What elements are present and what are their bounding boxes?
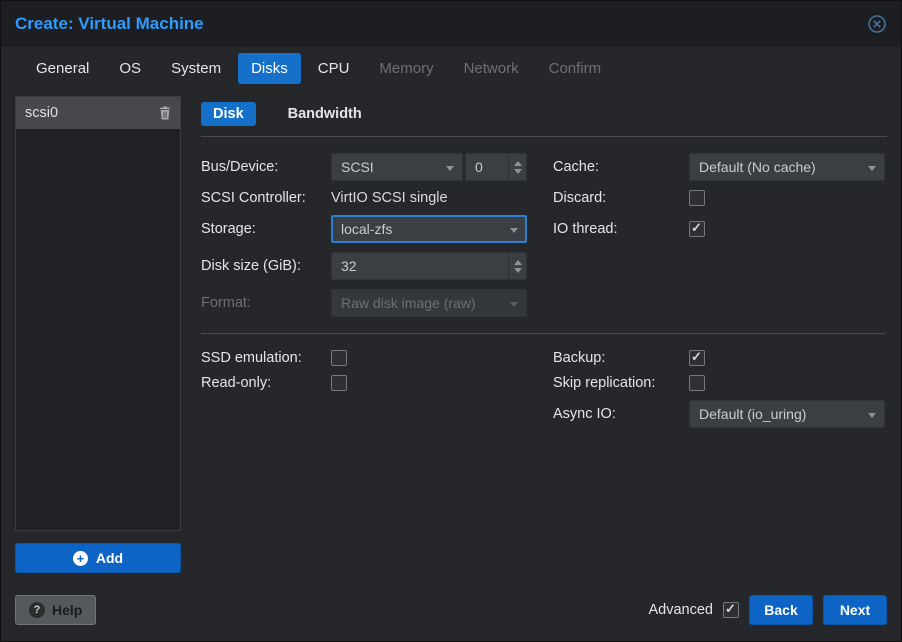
help-button-label: Help <box>52 602 83 618</box>
tab-system[interactable]: System <box>158 53 234 84</box>
tab-network: Network <box>463 60 519 77</box>
disk-size-field[interactable]: 32 <box>331 252 527 280</box>
disk-size-label: Disk size (GiB): <box>201 258 301 274</box>
help-button[interactable]: ? Help <box>15 595 97 625</box>
chevron-down-icon <box>510 302 518 307</box>
dialog-content: scsi0 + Add Disk Bandwidth Bus/Device: S… <box>1 94 901 591</box>
spinner-arrows[interactable] <box>508 253 526 279</box>
spinner-arrows[interactable] <box>508 154 526 180</box>
io-thread-checkbox[interactable] <box>689 220 705 237</box>
device-number-value: 0 <box>475 159 483 175</box>
help-icon: ? <box>29 602 45 618</box>
read-only-label: Read-only: <box>201 375 272 391</box>
storage-select-value: local-zfs <box>341 221 393 237</box>
discard-label: Discard: <box>553 190 607 206</box>
disk-list-panel: scsi0 + Add <box>15 96 181 573</box>
format-select-value: Raw disk image (raw) <box>341 295 476 311</box>
dialog-titlebar: Create: Virtual Machine <box>1 1 901 47</box>
storage-label: Storage: <box>201 221 256 237</box>
tab-confirm: Confirm <box>548 60 602 77</box>
subtab-bar: Disk Bandwidth <box>201 102 887 137</box>
disk-list-item-scsi0[interactable]: scsi0 <box>16 97 180 129</box>
tab-general[interactable]: General <box>23 53 102 84</box>
skip-replication-label: Skip replication: <box>553 375 656 391</box>
discard-checkbox[interactable] <box>689 190 705 206</box>
disk-settings-panel: Disk Bandwidth Bus/Device: SCSI 0 Cache:… <box>201 96 887 573</box>
backup-checkbox[interactable] <box>689 349 705 366</box>
form-divider <box>201 333 885 334</box>
cache-label: Cache: <box>553 159 599 175</box>
chevron-down-icon <box>868 166 876 171</box>
backup-label: Backup: <box>553 350 606 366</box>
read-only-checkbox[interactable] <box>331 375 347 391</box>
trash-icon[interactable] <box>159 106 171 120</box>
dialog-footer: ? Help Advanced Back Next <box>1 591 901 641</box>
chevron-down-icon <box>868 413 876 418</box>
tab-memory: Memory <box>379 60 434 77</box>
bus-select[interactable]: SCSI <box>331 153 463 181</box>
tab-bar: General OS System Disks CPU Memory Netwo… <box>1 47 901 94</box>
close-icon[interactable] <box>867 14 887 34</box>
disk-form: Bus/Device: SCSI 0 Cache: Default (No ca… <box>201 153 887 428</box>
bus-device-label: Bus/Device: <box>201 159 279 175</box>
tab-cpu[interactable]: CPU <box>305 53 363 84</box>
disk-list: scsi0 <box>15 96 181 531</box>
add-disk-button[interactable]: + Add <box>15 543 181 573</box>
plus-icon: + <box>72 550 88 566</box>
device-number-field[interactable]: 0 <box>465 153 527 181</box>
ssd-emulation-label: SSD emulation: <box>201 350 302 366</box>
scsi-controller-label: SCSI Controller: <box>201 190 306 206</box>
next-button[interactable]: Next <box>823 595 887 625</box>
tab-disks[interactable]: Disks <box>238 53 301 84</box>
tab-os[interactable]: OS <box>106 53 154 84</box>
footer-actions: Advanced Back Next <box>648 595 887 625</box>
subtab-disk[interactable]: Disk <box>201 102 256 126</box>
io-thread-label: IO thread: <box>553 221 618 237</box>
scsi-controller-value: VirtIO SCSI single <box>331 190 448 206</box>
advanced-label: Advanced <box>648 602 714 618</box>
chevron-down-icon <box>510 228 518 233</box>
disk-item-label: scsi0 <box>25 105 59 121</box>
chevron-down-icon <box>446 166 454 171</box>
ssd-emulation-checkbox[interactable] <box>331 350 347 366</box>
bus-device-control: SCSI 0 <box>331 153 527 181</box>
advanced-checkbox[interactable] <box>723 601 739 618</box>
format-label: Format: <box>201 295 251 311</box>
async-io-select-value: Default (io_uring) <box>699 406 807 422</box>
format-select: Raw disk image (raw) <box>331 289 527 317</box>
cache-select-value: Default (No cache) <box>699 159 816 175</box>
subtab-bandwidth[interactable]: Bandwidth <box>276 102 374 126</box>
async-io-select[interactable]: Default (io_uring) <box>689 400 885 428</box>
back-button[interactable]: Back <box>749 595 813 625</box>
cache-select[interactable]: Default (No cache) <box>689 153 885 181</box>
skip-replication-checkbox[interactable] <box>689 375 705 391</box>
dialog-title: Create: Virtual Machine <box>15 14 204 33</box>
storage-select[interactable]: local-zfs <box>331 215 527 243</box>
add-button-label: Add <box>95 550 124 566</box>
disk-size-value: 32 <box>341 258 357 274</box>
bus-select-value: SCSI <box>341 159 374 175</box>
async-io-label: Async IO: <box>553 406 616 422</box>
